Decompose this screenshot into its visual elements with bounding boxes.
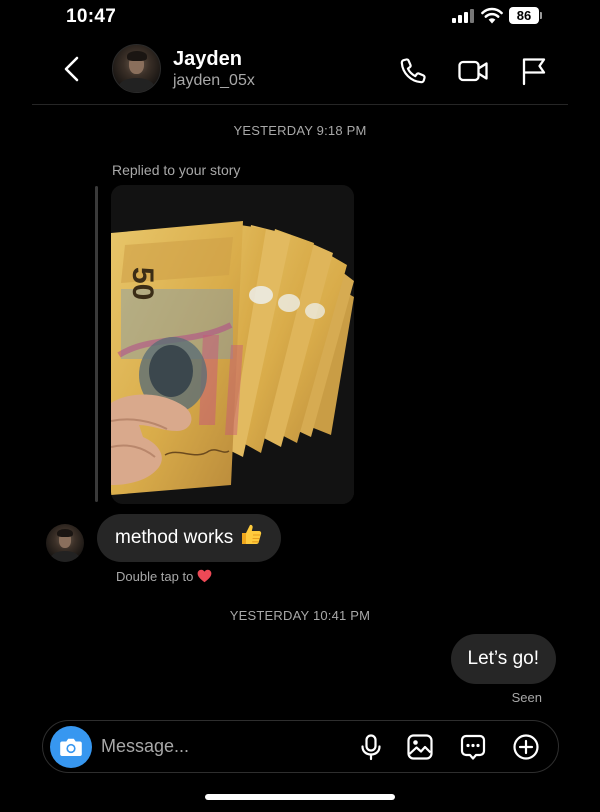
- wifi-icon: [481, 7, 503, 24]
- heart-icon: [197, 569, 212, 583]
- avatar[interactable]: [46, 524, 84, 562]
- double-tap-hint: Double tap to: [116, 569, 212, 584]
- header-divider: [32, 104, 568, 105]
- avatar[interactable]: [112, 44, 161, 93]
- camera-button[interactable]: [50, 726, 92, 768]
- received-message-bubble[interactable]: method works: [97, 514, 282, 562]
- status-time: 10:47: [66, 6, 117, 27]
- message-composer: [42, 720, 559, 773]
- story-reply-label: Replied to your story: [112, 162, 241, 178]
- cellular-signal-icon: [452, 9, 476, 23]
- chat-header: Jayden jayden_05x: [0, 40, 600, 106]
- message-input[interactable]: [101, 721, 331, 772]
- contact-username[interactable]: jayden_05x: [173, 72, 255, 90]
- banknote-value: 50: [126, 267, 159, 300]
- home-indicator[interactable]: [205, 794, 395, 800]
- sent-message-bubble[interactable]: Let’s go!: [450, 634, 556, 684]
- plus-circle-icon[interactable]: [512, 733, 540, 761]
- dm-screen: 10:47 86 Jayden jayden_05x YESTERDAY 9:1…: [0, 0, 600, 812]
- message-timestamp: YESTERDAY 9:18 PM: [233, 123, 367, 138]
- thumbs-up-emoji: [242, 524, 262, 544]
- camera-icon: [60, 738, 82, 756]
- received-message-text: method works: [115, 527, 234, 548]
- message-timestamp: YESTERDAY 10:41 PM: [229, 608, 371, 623]
- chat-bubble-dots-icon[interactable]: [459, 733, 487, 761]
- flag-icon[interactable]: [519, 56, 549, 86]
- status-bar: 10:47 86: [0, 0, 600, 34]
- video-camera-icon[interactable]: [457, 56, 489, 86]
- story-thumbnail[interactable]: 50: [111, 185, 354, 504]
- story-image: 50: [111, 185, 354, 504]
- phone-icon[interactable]: [398, 56, 428, 86]
- chevron-left-icon[interactable]: [58, 54, 88, 84]
- seen-status: Seen: [511, 690, 542, 705]
- microphone-icon[interactable]: [357, 733, 385, 761]
- reply-indicator-bar: [95, 186, 98, 502]
- image-icon[interactable]: [406, 733, 434, 761]
- battery-indicator: 86: [509, 7, 542, 24]
- contact-name[interactable]: Jayden: [173, 48, 242, 71]
